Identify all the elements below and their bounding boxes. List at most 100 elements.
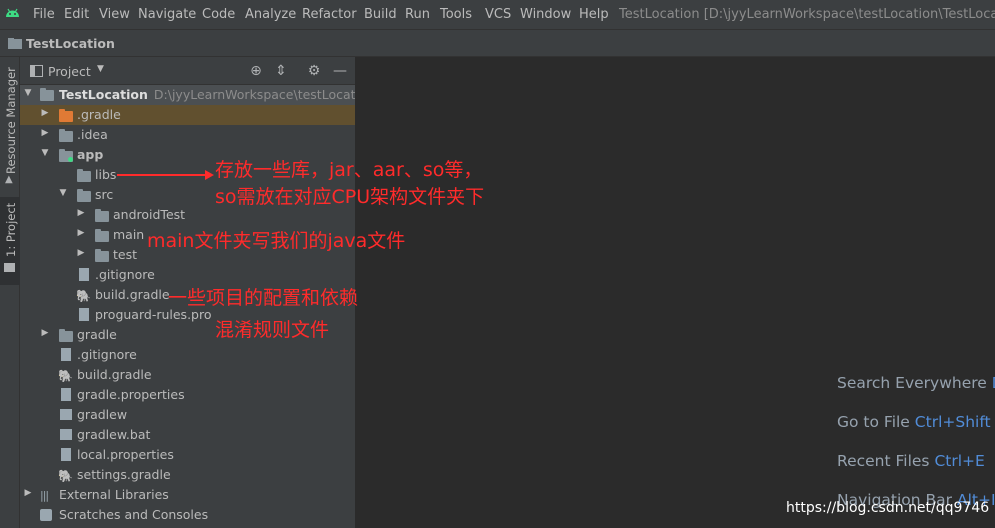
tree-row-root[interactable]: ▼ TestLocation D:\jyyLearnWorkspace\testL… [20,85,379,105]
scratches-icon [40,509,52,521]
chevron-right-icon[interactable]: ▶ [23,488,33,498]
collapse-all-icon[interactable]: ⇕ [273,63,289,79]
chevron-down-icon[interactable]: ▼ [97,64,104,74]
android-studio-logo [6,8,19,17]
root-name: TestLocation [59,87,148,102]
menu-help[interactable]: Help [579,7,609,22]
menu-code[interactable]: Code [202,7,235,22]
menu-run[interactable]: Run [405,7,430,22]
annotation-main: main文件夹写我们的java文件 [147,230,406,252]
chevron-right-icon[interactable]: ▶ [40,328,50,338]
gradle-elephant-icon: 🐘 [58,469,73,483]
breadcrumb-project[interactable]: TestLocation [26,36,115,51]
menu-refactor[interactable]: Refactor [302,7,357,22]
tree-label: build.gradle [95,287,170,302]
chevron-right-icon[interactable]: ▶ [76,228,86,238]
tab-resource-manager-label: Resource Manager [4,67,18,174]
gradle-elephant-icon: 🐘 [58,369,73,383]
tree-row-app-gitignore[interactable]: .gitignore [20,265,355,285]
resource-manager-icon: ▲ [5,174,13,185]
tree-row-settings-gradle[interactable]: 🐘 settings.gradle [20,465,355,485]
watermark: https://blog.csdn.net/qq9746 [786,500,990,516]
folder-icon [77,189,91,202]
folder-icon [59,329,73,342]
chevron-right-icon[interactable]: ▶ [40,128,50,138]
tree-row-scratches[interactable]: Scratches and Consoles [20,505,355,525]
chevron-right-icon[interactable]: ▶ [76,248,86,258]
hint-go-to-file: Go to File Ctrl+Shift [837,413,991,431]
chevron-down-icon[interactable]: ▼ [23,88,33,98]
tree-label: src [95,187,114,202]
folder-icon [59,129,73,142]
tree-label: gradlew [77,407,128,422]
chevron-down-icon[interactable]: ▼ [40,148,50,158]
root-path: D:\jyyLearnWorkspace\testLocation\ [153,87,379,102]
minimize-icon[interactable]: — [332,63,348,79]
folder-icon [77,169,91,182]
properties-file-icon [61,448,71,461]
folder-icon [40,88,54,101]
locate-icon[interactable]: ⊕ [248,63,264,79]
chevron-right-icon[interactable]: ▶ [40,108,50,118]
gear-icon[interactable]: ⚙ [306,63,322,79]
tree-row-build-gradle[interactable]: 🐘 build.gradle [20,365,355,385]
tree-label: .gradle [77,107,121,122]
left-tool-strip: Resource Manager ▲ 1: Project [0,57,20,528]
tab-resource-manager[interactable]: Resource Manager ▲ [0,62,20,185]
menu-edit[interactable]: Edit [64,7,89,22]
tree-label: .gitignore [95,267,155,282]
menu-view[interactable]: View [99,7,130,22]
navigation-bar: TestLocation [0,29,995,57]
tree-row-gitignore[interactable]: .gitignore [20,345,355,365]
tree-row-dot-gradle[interactable]: ▶ .gradle [20,105,355,125]
project-panel-header: Project ▼ ⊕ ⇕ ⚙ — [20,57,355,85]
tree-label: libs [95,167,117,182]
annotation-build: 一些项目的配置和依赖 [168,287,359,309]
tree-row-local-properties[interactable]: local.properties [20,445,355,465]
window-title: TestLocation [D:\jyyLearnWorkspace\testL… [619,7,995,22]
hint-label: Search Everywhere [837,374,987,392]
project-view-icon [30,65,43,77]
hint-search-everywhere: Search Everywhere D [837,374,995,392]
menu-window[interactable]: Window [520,7,571,22]
tree-row-gradle-properties[interactable]: gradle.properties [20,385,355,405]
menu-vcs[interactable]: VCS [485,7,511,22]
menu-build[interactable]: Build [364,7,397,22]
file-icon [79,268,89,281]
folder-icon [95,209,109,222]
chevron-right-icon[interactable]: ▶ [76,208,86,218]
tree-row-gradlew-bat[interactable]: gradlew.bat [20,425,355,445]
tree-label: gradle [77,327,117,342]
folder-icon [59,109,73,122]
annotation-libs-line2: so需放在对应CPU架构文件夹下 [215,186,485,208]
tree-label: gradle.properties [77,387,185,402]
file-icon [79,308,89,321]
script-file-icon [60,409,72,420]
menu-bar: File Edit View Navigate Code Analyze Ref… [0,0,995,29]
annotation-libs-line1: 存放一些库，jar、aar、so等， [215,159,483,181]
hint-recent-files: Recent Files Ctrl+E [837,452,985,470]
properties-file-icon [61,388,71,401]
tree-row-idea[interactable]: ▶ .idea [20,125,355,145]
tab-project[interactable]: 1: Project [0,197,20,285]
folder-icon [95,249,109,262]
hint-label: Go to File [837,413,910,431]
tree-label: .idea [77,127,108,142]
menu-tools[interactable]: Tools [440,7,472,22]
tree-row-gradlew[interactable]: gradlew [20,405,355,425]
menu-navigate[interactable]: Navigate [138,7,196,22]
gradle-elephant-icon: 🐘 [76,289,91,303]
project-view-selector[interactable]: Project [48,64,91,79]
script-file-icon [60,429,72,440]
tree-label: External Libraries [59,487,169,502]
tree-label: .gitignore [77,347,137,362]
tree-label: Scratches and Consoles [59,507,209,522]
folder-icon [95,229,109,242]
menu-analyze[interactable]: Analyze [245,7,296,22]
tree-label: settings.gradle [77,467,171,482]
tree-row-external-libraries[interactable]: ▶ ||| External Libraries [20,485,355,505]
hint-label: Recent Files [837,452,930,470]
annotation-arrow [117,170,214,180]
chevron-down-icon[interactable]: ▼ [58,188,68,198]
menu-file[interactable]: File [33,7,55,22]
